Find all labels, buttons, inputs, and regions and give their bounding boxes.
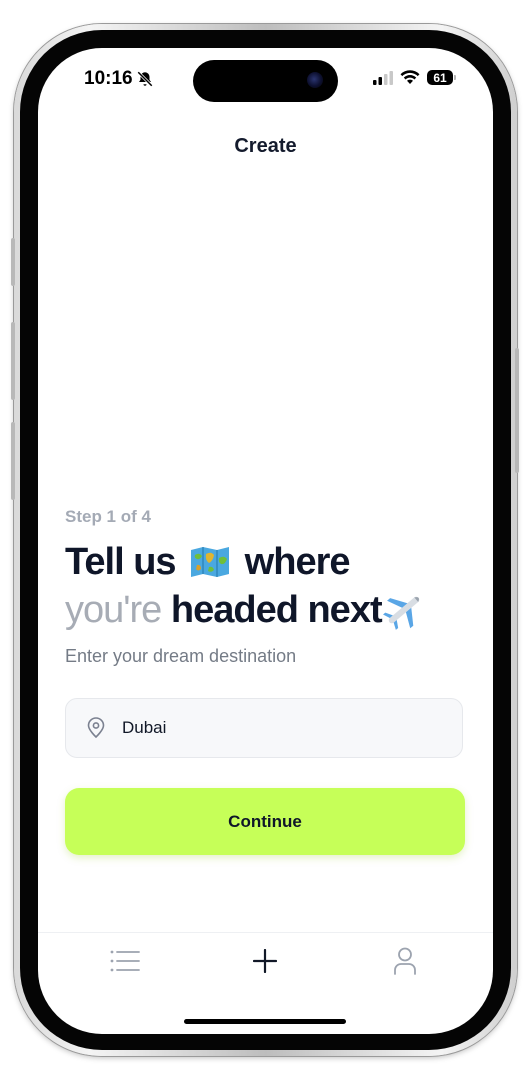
location-pin-icon <box>87 717 105 739</box>
bell-slash-icon <box>136 71 153 87</box>
battery-icon: 61 <box>427 70 456 85</box>
step-indicator: Step 1 of 4 <box>65 507 151 526</box>
headline: Tell us where you're headed next <box>65 538 485 634</box>
destination-field[interactable] <box>65 698 463 758</box>
headline-part-4: headed next <box>170 589 383 631</box>
volume-down-button <box>11 422 15 500</box>
headline-part-3: you're <box>65 589 162 631</box>
power-button <box>515 348 519 473</box>
action-button <box>11 238 15 286</box>
wifi-icon <box>400 70 420 84</box>
tab-create[interactable] <box>235 941 295 981</box>
battery-level: 61 <box>433 70 447 85</box>
page-title: Create <box>234 135 297 157</box>
tab-list[interactable] <box>95 941 155 981</box>
cellular-signal-icon <box>373 70 393 85</box>
status-bar-left: 10:16 <box>84 68 154 90</box>
plus-icon <box>253 949 277 973</box>
tab-profile[interactable] <box>375 941 435 981</box>
headline-part-2: where <box>244 541 351 583</box>
status-bar-right: 61 <box>373 70 456 85</box>
airplane-emoji-icon <box>382 596 419 630</box>
continue-button[interactable]: Continue <box>65 788 465 855</box>
dynamic-island <box>193 60 338 102</box>
profile-icon <box>394 947 416 975</box>
status-time: 10:16 <box>84 68 133 89</box>
headline-part-1: Tell us <box>65 541 177 583</box>
destination-input[interactable] <box>120 717 424 739</box>
volume-up-button <box>11 322 15 400</box>
home-indicator[interactable] <box>184 1019 346 1024</box>
subtitle: Enter your dream destination <box>65 646 297 666</box>
screen: 10:16 61 Create Step 1 of 4 Tell us wher… <box>38 48 493 1034</box>
world-map-emoji-icon <box>191 547 230 577</box>
front-camera <box>307 72 323 88</box>
list-icon <box>110 950 140 972</box>
